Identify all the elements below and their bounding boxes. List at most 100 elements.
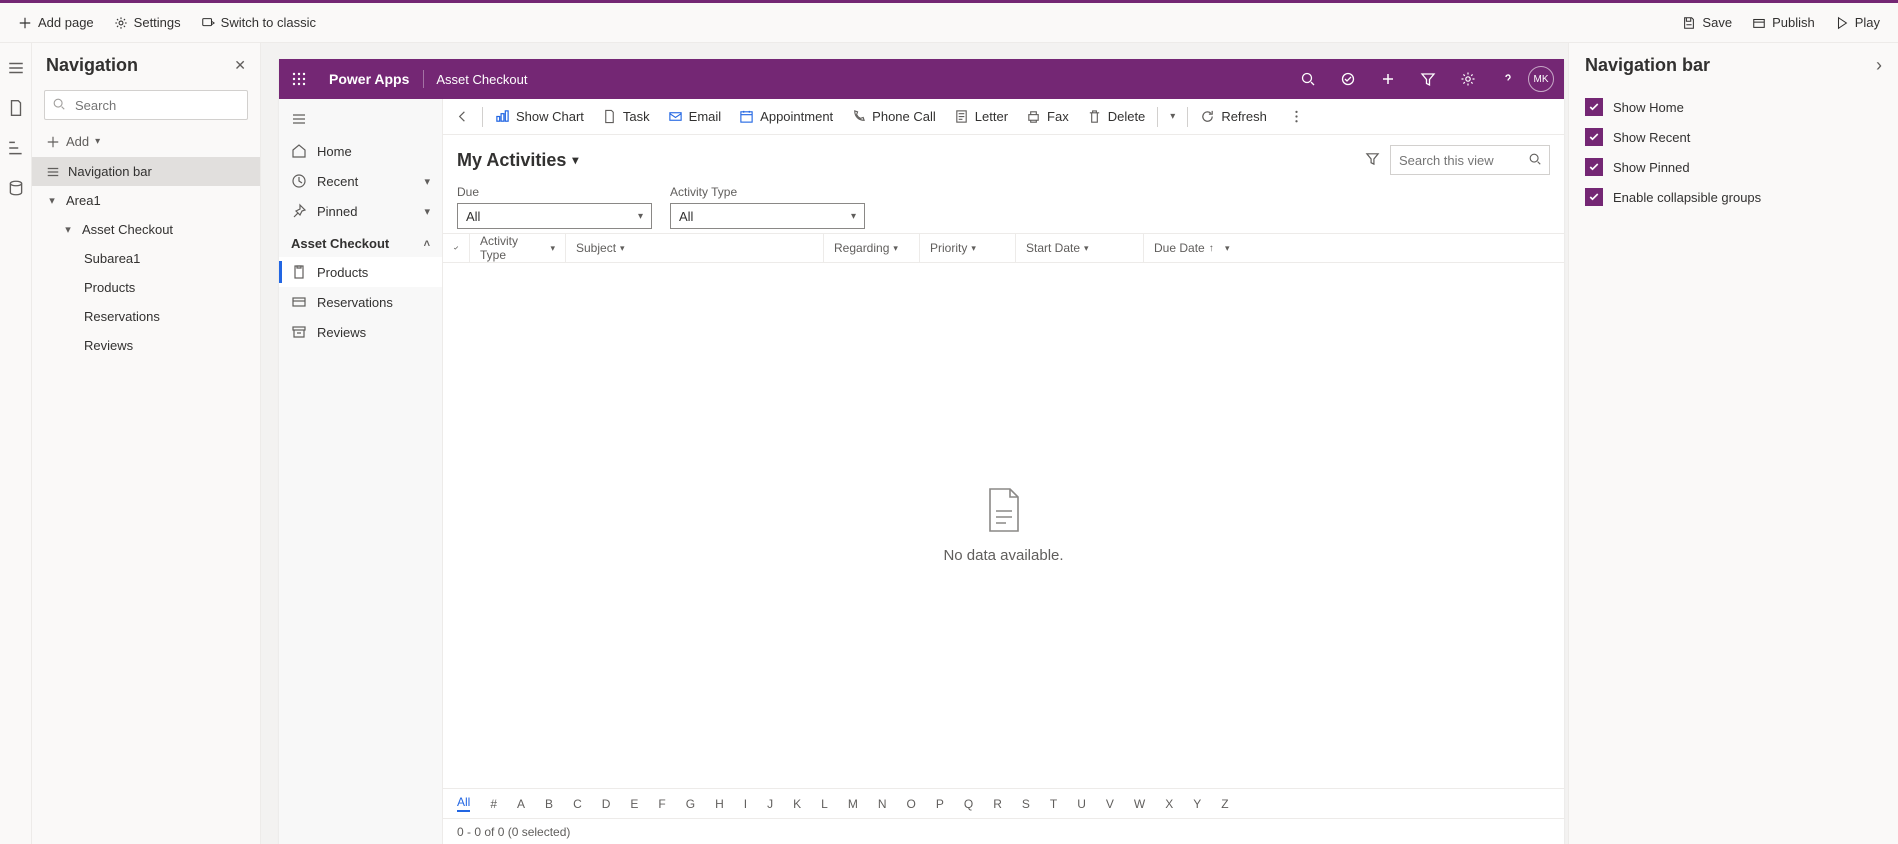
grid-col-activity-type[interactable]: Activity Type▾	[469, 234, 565, 262]
alpha-index-j[interactable]: J	[767, 797, 773, 811]
alpha-index-a[interactable]: A	[517, 797, 525, 811]
sidebar-group-asset-checkout[interactable]: Asset Checkout ˄	[279, 226, 442, 257]
alpha-index-i[interactable]: I	[744, 797, 747, 811]
alpha-index-y[interactable]: Y	[1193, 797, 1201, 811]
checkbox-checked-icon[interactable]	[1585, 98, 1603, 116]
letter-button[interactable]: Letter	[946, 103, 1016, 130]
header-gear-icon[interactable]	[1448, 59, 1488, 99]
delete-dropdown-button[interactable]: ▾	[1162, 105, 1183, 128]
back-button[interactable]	[447, 103, 478, 130]
header-filter-icon[interactable]	[1408, 59, 1448, 99]
appointment-button[interactable]: Appointment	[731, 103, 841, 130]
save-button[interactable]: Save	[1674, 9, 1740, 36]
nav-add-button[interactable]: Add ▾	[32, 126, 260, 157]
play-button[interactable]: Play	[1827, 9, 1888, 36]
checkbox-checked-icon[interactable]	[1585, 188, 1603, 206]
view-filter-icon[interactable]	[1365, 151, 1380, 169]
tree-item-area1[interactable]: ▾ Area1	[32, 186, 260, 215]
alpha-index-d[interactable]: D	[602, 797, 611, 811]
tree-item-reviews[interactable]: Reviews	[32, 331, 260, 360]
rail-tree-icon[interactable]	[7, 139, 25, 157]
header-plus-icon[interactable]	[1368, 59, 1408, 99]
phone-call-button[interactable]: Phone Call	[843, 103, 944, 130]
header-search-icon[interactable]	[1288, 59, 1328, 99]
avatar[interactable]: MK	[1528, 66, 1554, 92]
sidebar-item-pinned[interactable]: Pinned ▾	[279, 196, 442, 226]
header-help-icon[interactable]	[1488, 59, 1528, 99]
grid-select-all[interactable]	[443, 234, 469, 262]
tree-item-navigation-bar[interactable]: Navigation bar	[32, 157, 260, 186]
alpha-index-b[interactable]: B	[545, 797, 553, 811]
sidebar-item-reviews[interactable]: Reviews	[279, 317, 442, 347]
alpha-index-f[interactable]: F	[658, 797, 665, 811]
refresh-button[interactable]: Refresh	[1192, 103, 1275, 130]
tree-label: Area1	[66, 193, 101, 208]
checkbox-checked-icon[interactable]	[1585, 128, 1603, 146]
grid-col-subject[interactable]: Subject▾	[565, 234, 823, 262]
task-button[interactable]: Task	[594, 103, 658, 130]
view-title-dropdown[interactable]: My Activities ▾	[457, 150, 578, 171]
delete-button[interactable]: Delete	[1079, 103, 1154, 130]
sidebar-hamburger-icon[interactable]	[279, 105, 442, 136]
grid-col-priority[interactable]: Priority▾	[919, 234, 1015, 262]
alpha-index-o[interactable]: O	[907, 797, 916, 811]
alpha-index-#[interactable]: #	[490, 797, 497, 811]
alpha-index-h[interactable]: H	[715, 797, 724, 811]
chevron-right-icon[interactable]: ›	[1876, 55, 1882, 76]
tree-item-reservations[interactable]: Reservations	[32, 302, 260, 331]
sidebar-item-home[interactable]: Home	[279, 136, 442, 166]
rail-data-icon[interactable]	[7, 179, 25, 197]
nav-panel-close-icon[interactable]: ✕	[234, 57, 246, 74]
alpha-index-z[interactable]: Z	[1221, 797, 1228, 811]
add-page-label: Add page	[38, 15, 94, 30]
settings-button[interactable]: Settings	[106, 9, 189, 36]
show-home-option[interactable]: Show Home	[1585, 92, 1882, 122]
publish-button[interactable]: Publish	[1744, 9, 1823, 36]
grid-col-due-date[interactable]: Due Date↑ ▾	[1143, 234, 1271, 262]
alpha-index-k[interactable]: K	[793, 797, 801, 811]
alpha-index-n[interactable]: N	[878, 797, 887, 811]
header-target-icon[interactable]	[1328, 59, 1368, 99]
enable-groups-option[interactable]: Enable collapsible groups	[1585, 182, 1882, 212]
activity-type-filter-select[interactable]: All ▾	[670, 203, 865, 229]
alpha-index-s[interactable]: S	[1022, 797, 1030, 811]
email-button[interactable]: Email	[660, 103, 730, 130]
sidebar-item-recent[interactable]: Recent ▾	[279, 166, 442, 196]
alpha-index-u[interactable]: U	[1077, 797, 1086, 811]
sidebar-item-products[interactable]: Products	[279, 257, 442, 287]
sidebar-item-reservations[interactable]: Reservations	[279, 287, 442, 317]
tree-item-subarea1[interactable]: Subarea1	[32, 244, 260, 273]
alpha-index-all[interactable]: All	[457, 795, 470, 812]
show-pinned-option[interactable]: Show Pinned	[1585, 152, 1882, 182]
checkbox-checked-icon[interactable]	[1585, 158, 1603, 176]
alpha-index-v[interactable]: V	[1106, 797, 1114, 811]
alpha-index-r[interactable]: R	[993, 797, 1002, 811]
grid-col-regarding[interactable]: Regarding▾	[823, 234, 919, 262]
alpha-index-q[interactable]: Q	[964, 797, 973, 811]
more-commands-button[interactable]	[1281, 103, 1312, 130]
tree-item-products[interactable]: Products	[32, 273, 260, 302]
alpha-index-g[interactable]: G	[686, 797, 695, 811]
view-search-input[interactable]	[1390, 145, 1550, 175]
tree-label: Asset Checkout	[82, 222, 173, 237]
alpha-index-l[interactable]: L	[821, 797, 828, 811]
fax-button[interactable]: Fax	[1018, 103, 1077, 130]
add-page-button[interactable]: Add page	[10, 9, 102, 36]
alpha-index-w[interactable]: W	[1134, 797, 1145, 811]
show-chart-button[interactable]: Show Chart	[487, 103, 592, 130]
alpha-index-e[interactable]: E	[630, 797, 638, 811]
alpha-index-x[interactable]: X	[1165, 797, 1173, 811]
due-filter-select[interactable]: All ▾	[457, 203, 652, 229]
alpha-index-p[interactable]: P	[936, 797, 944, 811]
tree-item-asset-checkout[interactable]: ▾ Asset Checkout	[32, 215, 260, 244]
alpha-index-c[interactable]: C	[573, 797, 582, 811]
nav-search-input[interactable]	[44, 90, 248, 120]
show-recent-option[interactable]: Show Recent	[1585, 122, 1882, 152]
alpha-index-m[interactable]: M	[848, 797, 858, 811]
grid-col-start-date[interactable]: Start Date▾	[1015, 234, 1143, 262]
rail-hamburger-icon[interactable]	[7, 59, 25, 77]
alpha-index-t[interactable]: T	[1050, 797, 1057, 811]
switch-classic-button[interactable]: Switch to classic	[193, 9, 324, 36]
rail-pages-icon[interactable]	[7, 99, 25, 117]
waffle-icon[interactable]	[279, 71, 319, 87]
